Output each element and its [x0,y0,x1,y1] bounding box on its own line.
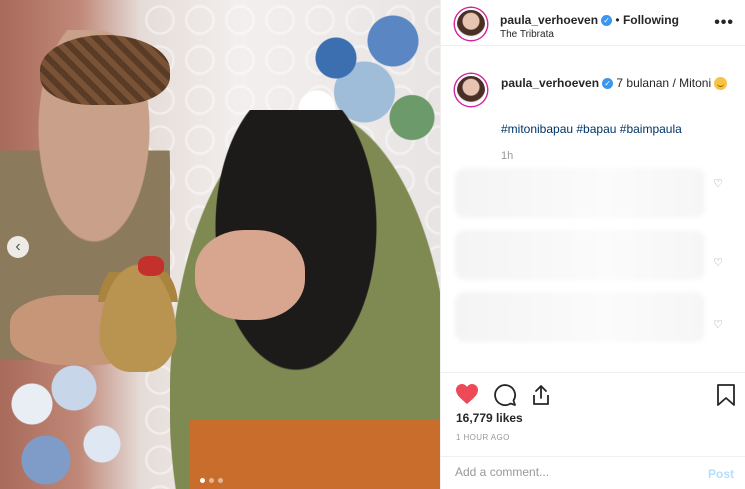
header-username[interactable]: paula_verhoeven [500,13,598,27]
caption-section: paula_verhoeven ✓ 7 bulanan / Mitoni #mit… [441,60,745,370]
caption-hashtags[interactable]: #mitonibapau #bapau #baimpaula [501,122,682,136]
blurred-comment [455,292,705,342]
chevron-left-icon[interactable]: ‹ [7,236,29,258]
blangkon-hat [40,35,170,105]
caption-text: 7 bulanan / Mitoni [616,76,712,90]
post-comment-button[interactable]: Post [708,467,734,481]
flower-arrangement-bottom [0,340,130,489]
comment-input[interactable] [455,465,685,479]
post-photo[interactable]: ‹ [0,0,440,489]
comment-icon[interactable] [493,383,517,407]
carousel-dot [218,478,223,483]
grin-emoji-icon [714,77,728,91]
likes-count[interactable]: 16,779 likes [456,411,523,425]
post-header: paula_verhoeven ✓ • Following The Tribrat… [441,0,745,46]
heart-filled-icon[interactable] [455,383,479,405]
batik-skirt [190,420,440,489]
caption-text-block: paula_verhoeven ✓ 7 bulanan / Mitoni [501,76,731,91]
header-name-row: paula_verhoeven ✓ • Following [500,13,679,27]
post-timestamp[interactable]: 1 HOUR AGO [456,433,510,442]
verified-badge-icon: ✓ [601,15,613,27]
heart-outline-icon[interactable]: ♡ [712,319,724,331]
carousel-dots [200,478,223,483]
location-link[interactable]: The Tribrata [500,29,554,40]
blurred-comment [455,230,705,280]
caption-time[interactable]: 1h [501,150,513,162]
add-comment-row: Post [441,456,745,489]
heart-outline-icon[interactable]: ♡ [712,257,724,269]
bookmark-icon[interactable] [716,383,736,407]
carousel-dot-active [200,478,205,483]
heart-outline-icon[interactable]: ♡ [712,178,724,190]
share-icon[interactable] [529,383,553,407]
woman-hands [195,230,305,320]
instagram-post: ‹ paula_verhoeven ✓ • Following The Tribr… [0,0,745,489]
post-side-panel: paula_verhoeven ✓ • Following The Tribrat… [440,0,745,489]
blurred-comment [455,168,705,218]
caption-avatar[interactable] [455,74,487,106]
verified-badge-icon: ✓ [602,78,614,90]
carousel-dot [209,478,214,483]
following-button[interactable]: Following [623,13,679,27]
pitcher-flower [138,256,164,276]
more-options-button[interactable]: ••• [714,14,734,32]
header-separator: • [615,13,620,27]
action-bar: 16,779 likes 1 HOUR AGO Post [441,372,745,489]
avatar[interactable] [455,8,487,40]
caption-username[interactable]: paula_verhoeven [501,76,599,90]
